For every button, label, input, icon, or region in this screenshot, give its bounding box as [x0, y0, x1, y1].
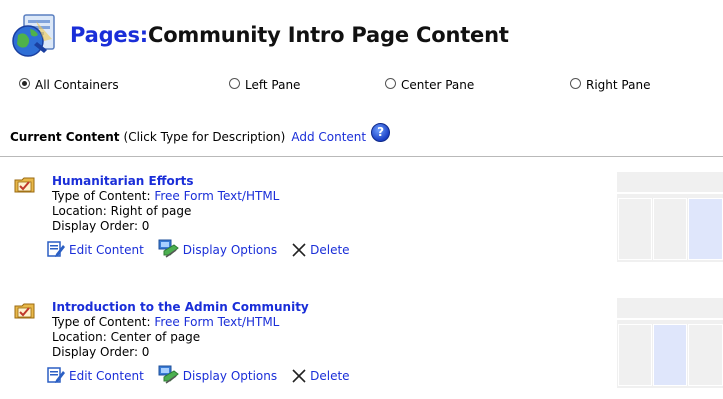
- edit-content-label[interactable]: Edit Content: [69, 369, 144, 384]
- help-icon[interactable]: ?: [371, 123, 391, 142]
- entry-title-link[interactable]: Introduction to the Admin Community: [52, 300, 364, 315]
- edit-content-label[interactable]: Edit Content: [69, 243, 144, 258]
- entry-type: Type of Content: Free Form Text/HTML: [52, 189, 364, 204]
- delete-button[interactable]: Delete: [291, 242, 350, 258]
- container-filter: All Containers Left Pane Center Pane Rig…: [0, 77, 723, 98]
- entry-display-order: Display Order: 0: [52, 345, 150, 359]
- current-content-bar: Current Content (Click Type for Descript…: [10, 123, 391, 146]
- entry-actions: Edit Content Display Options Delete: [46, 364, 364, 384]
- radio-button-checked[interactable]: [19, 77, 30, 89]
- thumbnail-band: [617, 192, 723, 194]
- display-options-button[interactable]: Display Options: [158, 364, 277, 384]
- page: Pages:Community Intro Page Content All C…: [0, 0, 723, 399]
- current-content-hint: (Click Type for Description): [123, 129, 286, 144]
- edit-content-button[interactable]: Edit Content: [46, 366, 144, 384]
- pages-globe-icon: [8, 11, 60, 59]
- thumbnail-left-pane: [618, 324, 652, 386]
- page-header: Pages:Community Intro Page Content: [8, 10, 509, 60]
- entry-location: Location: Center of page: [52, 330, 201, 344]
- entry-type-link[interactable]: Free Form Text/HTML: [154, 315, 279, 329]
- entry-title-link[interactable]: Humanitarian Efforts: [52, 174, 364, 189]
- layout-thumbnail: [617, 172, 723, 262]
- layout-thumbnail: [617, 298, 723, 388]
- page-title-text: Community Intro Page Content: [147, 23, 509, 47]
- thumbnail-right-pane: [688, 324, 723, 386]
- entry-type-link[interactable]: Free Form Text/HTML: [154, 189, 279, 203]
- folder-check-icon: [14, 176, 36, 194]
- divider: [0, 156, 723, 157]
- page-title: Pages:Community Intro Page Content: [70, 23, 509, 47]
- edit-content-icon: [47, 367, 65, 383]
- radio-button[interactable]: [385, 77, 396, 89]
- display-options-button[interactable]: Display Options: [158, 238, 277, 258]
- radio-label: Right Pane: [586, 78, 651, 92]
- display-options-label[interactable]: Display Options: [183, 369, 277, 384]
- radio-label: Center Pane: [401, 78, 475, 92]
- delete-label[interactable]: Delete: [310, 369, 349, 384]
- thumbnail-band: [617, 318, 723, 320]
- thumbnail-left-pane: [618, 198, 652, 260]
- edit-content-icon: [47, 241, 65, 257]
- radio-right-pane[interactable]: Right Pane: [570, 77, 651, 92]
- thumbnail-right-pane: [688, 198, 723, 260]
- display-options-icon: [158, 239, 179, 258]
- entry-type-label: Type of Content:: [52, 189, 155, 203]
- delete-x-icon: [292, 369, 306, 383]
- thumbnail-center-pane: [653, 324, 687, 386]
- add-content-link[interactable]: Add Content: [291, 130, 366, 144]
- radio-all-containers[interactable]: All Containers: [19, 77, 119, 92]
- thumbnail-center-pane: [653, 198, 687, 260]
- page-title-prefix[interactable]: Pages:: [70, 23, 148, 47]
- display-options-icon: [158, 365, 179, 384]
- radio-label: All Containers: [35, 78, 119, 92]
- display-options-label[interactable]: Display Options: [183, 243, 277, 258]
- folder-check-icon: [14, 302, 36, 320]
- entry-type-label: Type of Content:: [52, 315, 155, 329]
- radio-label: Left Pane: [245, 78, 301, 92]
- radio-center-pane[interactable]: Center Pane: [385, 77, 475, 92]
- radio-button[interactable]: [229, 77, 240, 89]
- entry-display-order: Display Order: 0: [52, 219, 150, 233]
- radio-button[interactable]: [570, 77, 581, 89]
- radio-left-pane[interactable]: Left Pane: [229, 77, 301, 92]
- delete-label[interactable]: Delete: [310, 243, 349, 258]
- current-content-heading: Current Content: [10, 129, 120, 144]
- entry-type: Type of Content: Free Form Text/HTML: [52, 315, 364, 330]
- entry-location: Location: Right of page: [52, 204, 192, 218]
- edit-content-button[interactable]: Edit Content: [46, 240, 144, 258]
- delete-button[interactable]: Delete: [291, 368, 350, 384]
- entry-actions: Edit Content Display Options Delete: [46, 238, 364, 258]
- delete-x-icon: [292, 243, 306, 257]
